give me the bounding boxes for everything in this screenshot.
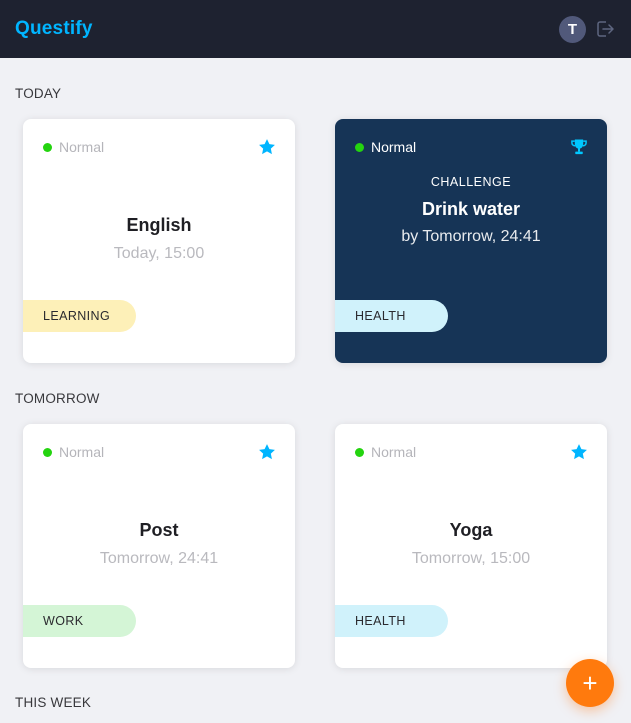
quest-time: Tomorrow, 24:41: [99, 550, 219, 567]
section-label-today: TODAY: [15, 86, 62, 101]
quest-time: by Tomorrow, 24:41: [401, 228, 541, 245]
top-bar: Questify T: [0, 0, 631, 58]
header-actions: T: [559, 15, 616, 43]
app-logo[interactable]: Questify: [15, 18, 93, 40]
difficulty-label: Normal: [371, 444, 417, 460]
category-badge[interactable]: HEALTH: [335, 300, 448, 332]
difficulty-label: Normal: [59, 444, 105, 460]
category-badge[interactable]: WORK: [23, 605, 136, 637]
logout-icon: [597, 21, 614, 37]
section-label-this-week: THIS WEEK: [15, 695, 92, 710]
category-badge[interactable]: LEARNING: [23, 300, 136, 332]
quest-card[interactable]: Normal English Today, 15:00 LEARNING: [23, 119, 295, 363]
difficulty-selector[interactable]: Normal: [355, 139, 416, 155]
quest-time: Tomorrow, 15:00: [411, 550, 531, 567]
difficulty-dot: [355, 447, 364, 457]
section-label-tomorrow: TOMORROW: [15, 391, 100, 406]
challenge-card[interactable]: Normal CHALLENGE Drink water by Tomorrow…: [335, 119, 607, 363]
difficulty-selector[interactable]: Normal: [355, 444, 416, 460]
add-quest-button[interactable]: +: [566, 659, 614, 707]
difficulty-dot: [355, 142, 364, 152]
difficulty-selector[interactable]: Normal: [43, 139, 104, 155]
star-icon[interactable]: [569, 442, 589, 462]
quest-title: English: [126, 215, 192, 235]
quest-time: Today, 15:00: [113, 245, 205, 262]
logout-button[interactable]: [594, 18, 616, 40]
quest-title: Drink water: [421, 199, 521, 219]
challenge-label: CHALLENGE: [430, 175, 512, 189]
quest-title: Yoga: [449, 520, 493, 540]
app-root: Questify T TODAY Normal English Today, 1…: [0, 0, 631, 723]
trophy-icon[interactable]: [569, 137, 589, 157]
quest-card[interactable]: Normal Post Tomorrow, 24:41 WORK: [23, 424, 295, 668]
category-badge[interactable]: HEALTH: [335, 605, 448, 637]
star-icon[interactable]: [257, 442, 277, 462]
difficulty-label: Normal: [59, 139, 105, 155]
difficulty-dot: [43, 447, 52, 457]
difficulty-selector[interactable]: Normal: [43, 444, 104, 460]
star-icon[interactable]: [257, 137, 277, 157]
difficulty-label: Normal: [371, 139, 417, 155]
plus-icon: +: [582, 667, 598, 698]
avatar[interactable]: T: [559, 15, 586, 43]
quest-card[interactable]: Normal Yoga Tomorrow, 15:00 HEALTH: [335, 424, 607, 668]
quest-title: Post: [139, 520, 179, 540]
difficulty-dot: [43, 142, 52, 152]
